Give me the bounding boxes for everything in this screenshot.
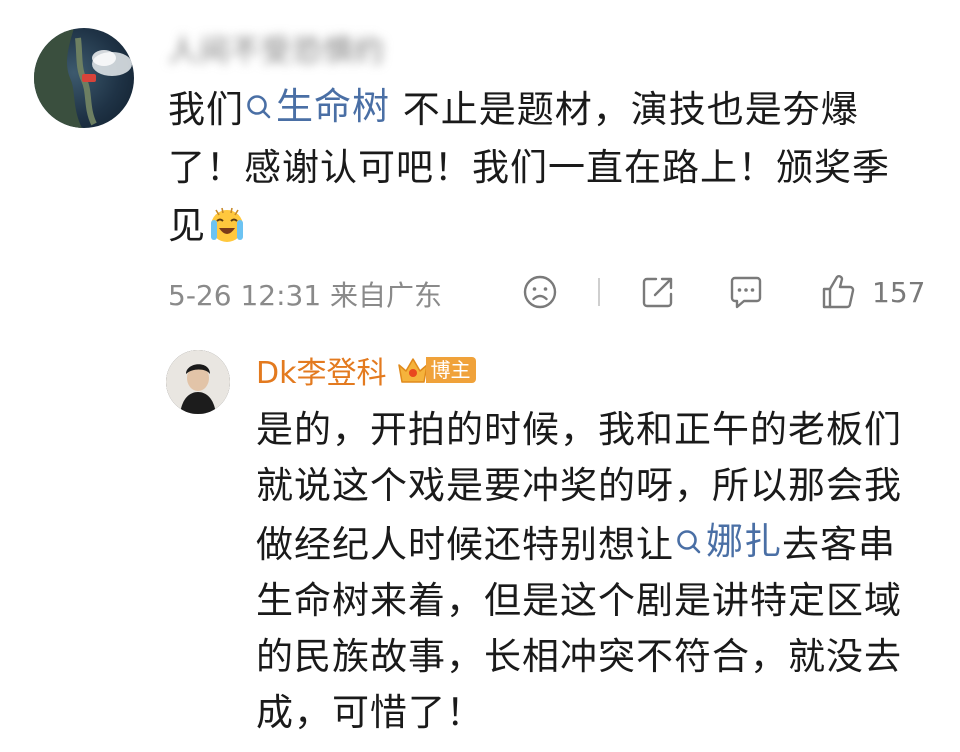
comment-meta-row: 5-26 12:31 来自广东 157 (168, 270, 938, 314)
reply-body: 是的，开拍的时候，我和正午的老板们就说这个戏是要冲奖的呀，所以那会我做经纪人时候… (256, 402, 906, 741)
crying-laughing-emoji-icon (208, 203, 246, 261)
mention-link[interactable]: 娜扎 (674, 514, 782, 570)
dislike-button[interactable] (520, 272, 560, 312)
topic-label: 生命树 (276, 85, 390, 128)
like-button[interactable]: 157 (818, 272, 925, 312)
reply-button[interactable] (726, 272, 766, 312)
comment-body: 我们 生命树 不止是题材，演技也是夯爆了！感谢认可吧！我们一直在路上！颁奖季见 (168, 78, 908, 261)
search-icon (247, 95, 271, 119)
share-button[interactable] (638, 272, 678, 312)
thumbs-up-icon (822, 275, 855, 309)
replier-name-row: Dk李登科 博主 (256, 348, 477, 392)
comment-timestamp: 5-26 12:31 来自广东 (168, 279, 443, 312)
avatar-portrait-image (166, 350, 230, 414)
topic-link[interactable]: 生命树 (244, 78, 390, 136)
like-count: 157 (872, 275, 926, 309)
avatar-map-image (34, 28, 132, 128)
sad-face-icon (523, 275, 557, 309)
comment-location: 来自广东 (330, 279, 443, 312)
crown-icon (398, 358, 429, 383)
badge-label: 博主 (426, 357, 477, 383)
blogger-badge: 博主 (396, 355, 477, 385)
comment-text-part: 我们 (168, 88, 244, 131)
replier-username[interactable]: Dk李登科 (256, 348, 386, 392)
commenter-avatar[interactable] (34, 28, 134, 128)
mention-label: 娜扎 (706, 520, 782, 563)
meta-divider (598, 278, 600, 306)
comment-bubble-icon (730, 276, 762, 309)
search-icon (677, 530, 701, 554)
replier-avatar[interactable] (166, 350, 230, 414)
share-icon (642, 277, 673, 308)
commenter-username[interactable]: 人间不受恐惧约 (168, 26, 385, 70)
